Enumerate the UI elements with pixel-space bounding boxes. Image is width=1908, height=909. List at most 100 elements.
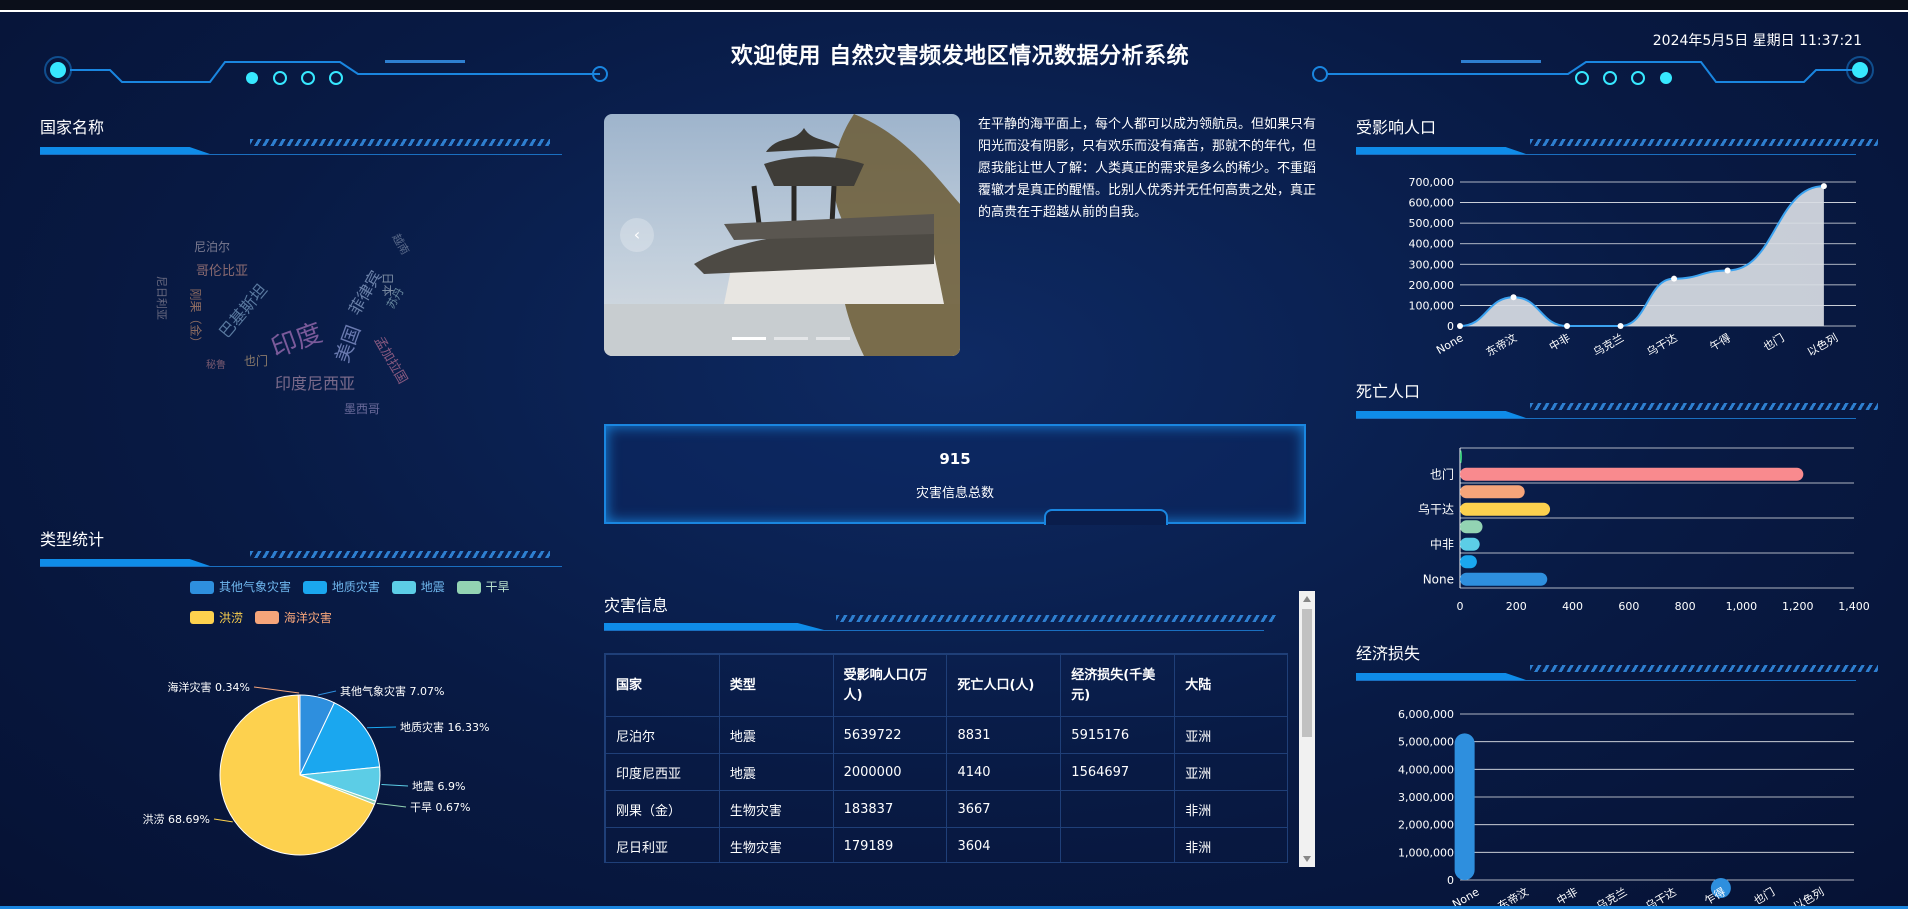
x-tick-label: 乌干达 (1644, 330, 1680, 359)
death-bar-chart: 0 200 400 600 800 1,000 1,200 1,400 None 中非 乌干达 也门 (1418, 447, 1870, 613)
x-tick-label: 400 (1562, 600, 1583, 613)
country-wordcloud: 印度 美国 印度尼西亚 菲律宾 孟加拉国 巴基斯坦 尼泊尔 哥伦比亚 墨西哥 也… (130, 200, 470, 430)
pie-label-line (253, 686, 300, 694)
cloud-word: 刚果（金） (188, 288, 203, 349)
table-cell: 尼泊尔 (605, 716, 720, 754)
legend-item[interactable]: 洪涝 (190, 604, 243, 632)
x-tick-label: None (1450, 885, 1482, 906)
slide-indicators (728, 325, 854, 344)
slide-dot[interactable] (816, 337, 850, 340)
data-point (1510, 294, 1517, 301)
y-tick-label: 0 (1447, 874, 1454, 887)
table-header: 受影响人口(万人) (832, 654, 948, 717)
table-header: 类型 (718, 654, 834, 717)
table-cell: 刚果（金） (605, 790, 720, 828)
slide-dot[interactable] (732, 337, 766, 340)
loss-panel-underline (1356, 665, 1878, 681)
total-counter-value: 915 (939, 450, 971, 468)
header-decoration-left (44, 56, 608, 85)
x-tick-label: 600 (1618, 600, 1639, 613)
table-cell: 地震 (718, 753, 834, 791)
x-tick-label: 乌克兰 (1590, 330, 1626, 359)
x-tick-label: 200 (1506, 600, 1527, 613)
table-header: 大陆 (1174, 654, 1287, 717)
y-tick-label: 乌干达 (1418, 501, 1454, 516)
bar (1460, 572, 1548, 586)
table-cell: 非洲 (1174, 827, 1287, 862)
y-tick-label: 600,000 (1409, 197, 1455, 210)
legend-item[interactable]: 海洋灾害 (254, 604, 332, 632)
x-tick-label: 0 (1457, 600, 1464, 613)
table-header: 国家 (605, 654, 720, 717)
bar (1460, 520, 1483, 534)
slide-description: 在平静的海平面上，每个人都可以成为领航员。但如果只有阳光而没有阴影，只有欢乐而没… (978, 117, 1317, 220)
x-tick-label: 乌克兰 (1594, 884, 1630, 906)
x-tick-label: 以色列 (1791, 884, 1827, 906)
death-panel-title: 死亡人口 (1356, 382, 1421, 401)
x-tick-label: 中非 (1547, 331, 1573, 353)
country-panel-underline (40, 139, 562, 155)
y-tick-label: 5,000,000 (1398, 736, 1454, 749)
x-tick-label: 800 (1675, 600, 1696, 613)
pavilion-photo (604, 114, 960, 356)
y-tick-label: 200,000 (1409, 279, 1455, 292)
table-header: 死亡人口(人) (946, 654, 1062, 717)
legend-item[interactable]: 干旱 (456, 573, 510, 601)
pie-label-line (213, 818, 233, 823)
table-scrollbar[interactable] (1299, 591, 1315, 867)
type-panel-title: 类型统计 (40, 530, 105, 549)
table-cell: 2000000 (832, 753, 948, 791)
bar (1460, 467, 1804, 481)
scroll-up-arrow-icon[interactable] (1303, 596, 1311, 602)
cloud-word: 墨西哥 (344, 402, 381, 416)
table-row: 印度尼西亚 地震 2000000 4140 1564697 亚洲 (605, 753, 1287, 791)
data-point (1617, 323, 1624, 329)
y-tick-label: 300,000 (1409, 258, 1455, 271)
type-pie-chart: 其他气象灾害 7.07% 地质灾害 16.33% 地震 6.9% 干旱 0.67% 洪涝… (143, 680, 489, 856)
y-tick-label: 1,000,000 (1398, 846, 1454, 859)
cloud-word: 尼泊尔 (194, 240, 231, 254)
total-counter-card: 915 灾害信息总数 (604, 424, 1306, 525)
table-cell: 8831 (946, 716, 1062, 754)
pie-label: 地质灾害 16.33% (400, 720, 489, 734)
data-point (1724, 267, 1731, 274)
table-row: 尼泊尔 地震 5639722 8831 5915176 亚洲 (605, 716, 1287, 754)
affected-panel-underline (1356, 139, 1878, 155)
affected-area-chart: 0 100,000 200,000 300,000 400,000 500,000 600,… (1409, 176, 1856, 359)
cloud-word: 哥伦比亚 (196, 264, 249, 279)
y-tick-label: 2,000,000 (1398, 819, 1454, 832)
x-tick-label: 东帝汶 (1483, 330, 1519, 359)
y-tick-label: 也门 (1430, 466, 1454, 481)
slideshow-image[interactable]: ‹ (604, 114, 960, 356)
pie-label-line (367, 726, 397, 729)
table-cell: 生物灾害 (718, 827, 834, 862)
x-tick-label: 东帝汶 (1495, 884, 1531, 906)
table-cell: 生物灾害 (718, 790, 834, 828)
page-title: 欢迎使用 自然灾害频发地区情况数据分析系统 (730, 44, 1190, 69)
y-tick-label: 6,000,000 (1398, 708, 1454, 721)
cloud-word: 印度尼西亚 (275, 374, 356, 393)
pie-label-line (381, 784, 409, 787)
y-tick-label: 中非 (1430, 536, 1454, 551)
legend-item[interactable]: 地质灾害 (302, 573, 380, 601)
slide-dot[interactable] (774, 337, 808, 340)
area-fill (1460, 186, 1824, 326)
table-header: 经济损失(千美元) (1060, 654, 1176, 717)
pie-legend: 其他气象灾害 地质灾害 地震 干旱 洪涝 海洋灾害 (190, 573, 570, 634)
table-cell: 印度尼西亚 (605, 753, 720, 791)
y-tick-label: 0 (1447, 320, 1454, 333)
type-panel-underline (40, 551, 562, 567)
legend-item[interactable]: 地震 (391, 573, 445, 601)
bar (1460, 485, 1525, 499)
disaster-table-container[interactable]: 国家 类型 受影响人口(万人) 死亡人口(人) 经济损失(千美元) 大陆 尼泊尔… (604, 653, 1288, 863)
window-top-bar (0, 0, 1908, 12)
cloud-word: 孟加拉国 (370, 334, 410, 387)
legend-item[interactable]: 其他气象灾害 (190, 573, 291, 601)
table-cell: 尼日利亚 (605, 827, 720, 862)
cloud-word: 秘鲁 (206, 360, 226, 371)
header-decoration-right (1312, 56, 1874, 85)
table-cell: 1564697 (1060, 753, 1176, 791)
prev-slide-button[interactable]: ‹ (620, 218, 654, 252)
scrollbar-thumb[interactable] (1302, 609, 1312, 737)
scroll-down-arrow-icon[interactable] (1303, 856, 1311, 862)
